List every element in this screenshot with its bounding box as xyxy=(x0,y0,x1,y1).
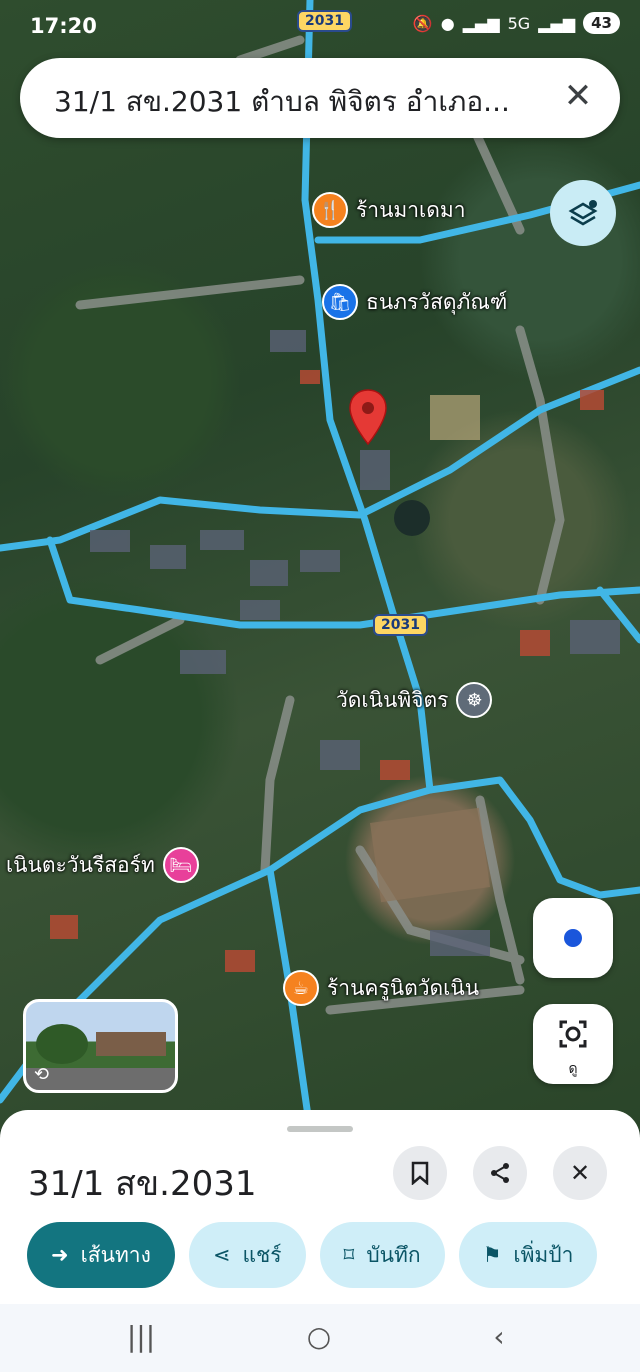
layers-button[interactable] xyxy=(550,180,616,246)
system-nav-bar: ||| ○ ‹ xyxy=(0,1304,640,1372)
chip-label: แชร์ xyxy=(242,1242,282,1267)
poi-restaurant[interactable]: 🍴 ร้านมาเดมา xyxy=(312,192,466,228)
poi-resort[interactable]: เนินตะวันรีสอร์ท 🛏 xyxy=(6,847,199,883)
poi-label: ธนภรวัสดุภัณฑ์ xyxy=(366,289,508,314)
share-button[interactable] xyxy=(473,1146,527,1200)
hotel-icon: 🛏 xyxy=(162,847,199,883)
tree-shape xyxy=(36,1024,88,1064)
drag-handle[interactable] xyxy=(287,1126,353,1132)
cafe-icon: ☕ xyxy=(283,970,319,1006)
building-shape xyxy=(96,1032,166,1056)
directions-button[interactable]: ➜ เส้นทาง xyxy=(27,1222,175,1288)
share-icon xyxy=(491,1163,509,1183)
poi-shop[interactable]: 🛍 ธนภรวัสดุภัณฑ์ xyxy=(322,284,507,320)
save-button[interactable] xyxy=(393,1146,447,1200)
poi-label: ร้านครูนิตวัดเนิน xyxy=(327,975,480,1000)
status-icons: 🔕 ● ▂▄▆ 5G ▂▄▆ 43 xyxy=(413,12,620,34)
recent-apps-icon[interactable]: ||| xyxy=(116,1316,166,1356)
chip-label: เส้นทาง xyxy=(80,1242,151,1267)
flag-icon: ⚑ xyxy=(482,1243,502,1267)
shopping-bag-icon: 🛍 xyxy=(322,284,358,320)
battery-badge: 43 xyxy=(583,12,620,34)
search-input[interactable]: 31/1 สข.2031 ตำบล พิจิตร อำเภอ... xyxy=(54,80,524,124)
close-icon: ✕ xyxy=(569,1159,591,1187)
share-chip[interactable]: ⋖ แชร์ xyxy=(188,1222,306,1288)
restaurant-icon: 🍴 xyxy=(312,192,348,228)
status-time: 17:20 xyxy=(30,14,97,38)
lens-icon xyxy=(559,1020,587,1048)
add-label-chip[interactable]: ⚑ เพิ่มป้า xyxy=(458,1222,598,1288)
save-chip[interactable]: ⌑ บันทึก xyxy=(319,1222,445,1288)
map-view[interactable]: 17:20 🔕 ● ▂▄▆ 5G ▂▄▆ 43 31/1 สข.2031 ตำบ… xyxy=(0,0,640,1130)
poi-label: ร้านมาเดมา xyxy=(356,197,466,222)
search-bar[interactable]: 31/1 สข.2031 ตำบล พิจิตร อำเภอ... ✕ xyxy=(20,58,620,138)
rotate-360-icon: ⟲ xyxy=(34,1064,50,1085)
lens-button[interactable]: ดู xyxy=(533,1004,613,1084)
action-chips: ➜ เส้นทาง ⋖ แชร์ ⌑ บันทึก ⚑ เพิ่มป้า xyxy=(27,1222,640,1288)
location-icon: ● xyxy=(440,13,455,33)
signal-icon-2: ▂▄▆ xyxy=(538,13,576,33)
my-location-icon xyxy=(561,926,585,950)
poi-label: เนินตะวันรีสอร์ท xyxy=(6,852,155,877)
route-badge: 2031 xyxy=(297,10,352,32)
close-icon[interactable]: ✕ xyxy=(558,76,598,116)
chip-label: บันทึก xyxy=(366,1242,421,1267)
my-location-button[interactable] xyxy=(533,898,613,978)
poi-cafe[interactable]: ☕ ร้านครูนิตวัดเนิน xyxy=(283,970,479,1006)
mute-icon: 🔕 xyxy=(412,13,433,33)
signal-icon: ▂▄▆ xyxy=(462,13,500,33)
location-pin-icon[interactable] xyxy=(348,388,388,446)
place-title: 31/1 สข.2031 xyxy=(28,1164,257,1204)
back-icon[interactable]: ‹ xyxy=(474,1316,524,1356)
route-badge: 2031 xyxy=(373,614,428,636)
chip-label: เพิ่มป้า xyxy=(513,1242,574,1267)
layers-icon xyxy=(568,200,598,226)
bookmark-icon xyxy=(411,1161,429,1185)
share-icon: ⋖ xyxy=(212,1243,231,1267)
lens-label: ดู xyxy=(568,1061,578,1077)
home-icon[interactable]: ○ xyxy=(294,1316,344,1356)
poi-temple[interactable]: วัดเนินพิจิตร ☸ xyxy=(336,682,493,718)
street-view-thumbnail[interactable]: ⟲ xyxy=(23,999,178,1093)
poi-label: วัดเนินพิจิตร xyxy=(336,687,449,712)
close-button[interactable]: ✕ xyxy=(553,1146,607,1200)
bookmark-icon: ⌑ xyxy=(343,1243,355,1267)
directions-icon: ➜ xyxy=(51,1243,69,1267)
bottom-sheet[interactable]: 31/1 สข.2031 ✕ ➜ เส้นทาง ⋖ แชร์ ⌑ บันทึก… xyxy=(0,1110,640,1372)
dharma-wheel-icon: ☸ xyxy=(456,682,493,718)
network-type: 5G xyxy=(507,13,531,33)
